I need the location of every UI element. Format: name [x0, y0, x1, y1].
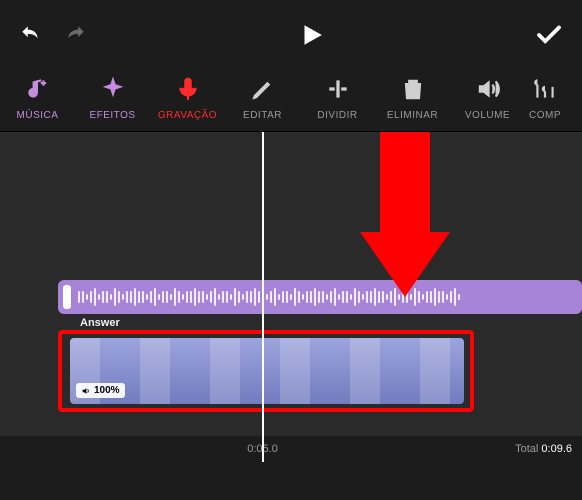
toolbar-label: ELIMINAR: [387, 110, 438, 121]
annotation-arrow: [360, 132, 450, 307]
trash-icon: [400, 76, 426, 102]
top-bar: [0, 0, 582, 70]
time-total: Total 0:09.6: [515, 443, 572, 455]
play-icon[interactable]: [298, 22, 324, 48]
clip-handle[interactable]: [63, 285, 71, 309]
toolbar-label: VOLUME: [465, 110, 510, 121]
undo-icon[interactable]: [18, 22, 44, 48]
toolbar: MÚSICA EFEITOS GRAVAÇÃO EDITAR DIVIDIR E…: [0, 70, 582, 132]
toolbar-music[interactable]: MÚSICA: [0, 76, 75, 121]
toolbar-split[interactable]: DIVIDIR: [300, 76, 375, 121]
audio-volume-badge: 100%: [76, 383, 125, 398]
toolbar-edit[interactable]: EDITAR: [225, 76, 300, 121]
toolbar-label: EFEITOS: [89, 110, 135, 121]
volume-icon: [475, 76, 501, 102]
music-icon: [25, 76, 51, 102]
timeline[interactable]: Answer 100% 0:05.0 Total 0:09.6: [0, 132, 582, 462]
toolbar-effects[interactable]: EFEITOS: [75, 76, 150, 121]
toolbar-label: GRAVAÇÃO: [158, 110, 217, 121]
redo-icon[interactable]: [62, 22, 88, 48]
split-icon: [325, 76, 351, 102]
pencil-icon: [250, 76, 276, 102]
mic-icon: [175, 76, 201, 102]
confirm-icon[interactable]: [534, 20, 564, 50]
waveform: [78, 287, 582, 307]
equalizer-icon: [532, 76, 558, 102]
audio-volume-value: 100%: [94, 385, 120, 396]
audio-thumbnails: [70, 338, 464, 404]
sparkle-icon: [100, 76, 126, 102]
toolbar-label: EDITAR: [243, 110, 282, 121]
toolbar-label: COMP: [529, 110, 561, 121]
video-track[interactable]: [58, 280, 582, 314]
toolbar-record[interactable]: GRAVAÇÃO: [150, 76, 225, 121]
toolbar-compose[interactable]: COMP: [525, 76, 565, 121]
toolbar-volume[interactable]: VOLUME: [450, 76, 525, 121]
toolbar-label: DIVIDIR: [317, 110, 357, 121]
toolbar-delete[interactable]: ELIMINAR: [375, 76, 450, 121]
video-track-label: Answer: [80, 317, 120, 329]
audio-track[interactable]: 100%: [70, 338, 464, 404]
toolbar-label: MÚSICA: [17, 110, 59, 121]
time-ruler: 0:05.0 Total 0:09.6: [0, 436, 582, 462]
playhead[interactable]: [262, 132, 264, 462]
